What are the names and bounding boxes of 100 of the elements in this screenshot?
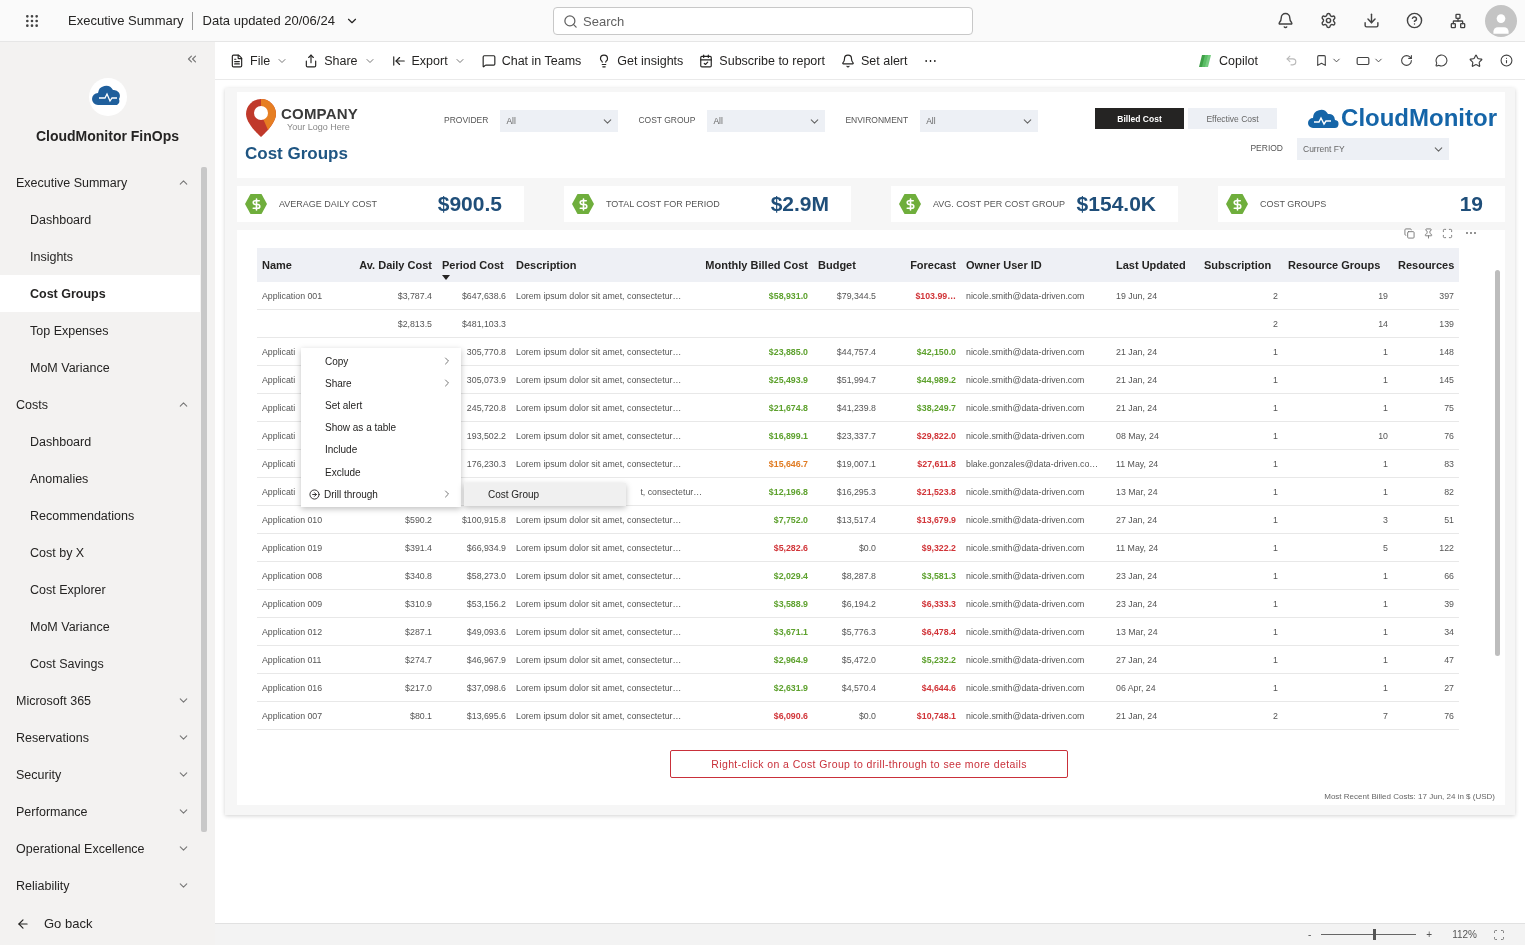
toolbar-button[interactable]: Get insights — [590, 45, 691, 76]
slider-thumb[interactable] — [1372, 929, 1376, 940]
table-cell: $2,029.4 — [773, 570, 808, 581]
column-header[interactable]: Av. Daily Cost — [341, 248, 437, 282]
column-header[interactable]: Resource Groups — [1283, 248, 1393, 282]
menu-item[interactable]: Set alert — [301, 394, 461, 417]
table-cell: nicole.smith@data-driven.com — [966, 654, 1085, 665]
table-cell: Lorem ipsum dolor sit amet, consectetur… — [516, 654, 682, 665]
table-cell: $647,638.6 — [461, 290, 506, 301]
filter-dropdown[interactable]: All — [500, 110, 619, 132]
table-cell: $12,196.8 — [768, 486, 808, 497]
toolbar-button[interactable]: Chat in Teams — [474, 45, 589, 76]
cost-toggle[interactable]: Effective Cost — [1188, 108, 1278, 129]
nav-group[interactable]: Reservations — [0, 719, 200, 756]
nav-group[interactable]: Executive Summary — [0, 164, 200, 201]
period-dropdown[interactable]: Current FY — [1297, 138, 1449, 160]
nav-item[interactable]: Cost Savings — [0, 645, 200, 682]
back-link[interactable]: Go back — [0, 916, 215, 931]
table-cell: 1 — [1273, 626, 1278, 637]
nav-item[interactable]: MoM Variance — [0, 608, 200, 645]
menu-item[interactable]: Copy — [301, 350, 461, 373]
column-header[interactable]: Name — [257, 248, 341, 282]
column-header[interactable]: Last Updated — [1111, 248, 1199, 282]
table-cell: $3,588.9 — [773, 598, 808, 609]
menu-item[interactable]: Include — [301, 438, 461, 461]
column-header[interactable]: Monthly Billed Cost — [707, 248, 813, 282]
table-cell: Applicati — [262, 346, 296, 357]
collapse-icon[interactable] — [185, 52, 199, 66]
share-icon — [304, 53, 319, 68]
nav-item[interactable]: Dashboard — [0, 201, 200, 238]
nav-item[interactable]: MoM Variance — [0, 349, 200, 386]
nav-group[interactable]: Performance — [0, 793, 200, 830]
nav-group[interactable]: Costs — [0, 386, 200, 423]
search-field[interactable]: Search — [553, 7, 973, 35]
nav-item[interactable]: Cost by X — [0, 534, 200, 571]
more-button[interactable]: ⋯ — [916, 45, 944, 76]
more-button[interactable]: ⋯ — [1465, 226, 1477, 240]
table-cell: nicole.smith@data-driven.com — [966, 346, 1085, 357]
zoom-in-button[interactable]: + — [1426, 929, 1433, 940]
table-cell: $8,287.8 — [841, 570, 876, 581]
copy-icon[interactable] — [1404, 227, 1415, 239]
menu-item[interactable]: Cost Group — [464, 483, 626, 506]
filter-label: PERIOD — [1250, 143, 1283, 153]
column-header[interactable]: Budget — [813, 248, 881, 282]
toolbar-button[interactable]: File — [223, 45, 296, 76]
table-cell: Lorem ipsum dolor sit amet, consectetur… — [516, 682, 682, 693]
focus-icon[interactable] — [1442, 227, 1453, 239]
nav-item[interactable]: Recommendations — [0, 497, 200, 534]
menu-item[interactable]: Share — [301, 372, 461, 395]
page-title: Cost Groups — [245, 144, 349, 164]
table-cell: 14 — [1378, 318, 1388, 329]
table-cell: Applicati — [262, 402, 296, 413]
table-cell: 305,073.9 — [466, 374, 506, 385]
copilot-button[interactable]: Copilot — [1190, 45, 1265, 76]
table-cell: 1 — [1273, 486, 1278, 497]
zoom-out-button[interactable]: - — [1307, 929, 1312, 940]
column-header[interactable]: Owner User ID — [961, 248, 1111, 282]
nav-item[interactable]: Dashboard — [0, 423, 200, 460]
cost-toggle[interactable]: Billed Cost — [1095, 108, 1185, 129]
table-cell: 66 — [1444, 570, 1454, 581]
nav-item[interactable]: Cost Groups — [0, 275, 200, 312]
nav-item[interactable]: Top Expenses — [0, 312, 200, 349]
nav-item[interactable]: Cost Explorer — [0, 571, 200, 608]
table-cell: $0.0 — [858, 542, 876, 553]
table-cell: 1 — [1383, 626, 1388, 637]
toolbar-button[interactable]: Set alert — [833, 45, 915, 76]
column-header[interactable]: Resources — [1393, 248, 1459, 282]
table-cell: 21 Jan, 24 — [1116, 710, 1158, 721]
data-updated-dropdown[interactable]: Data updated 20/06/24 — [202, 5, 359, 36]
table-cell: $37,098.6 — [466, 682, 506, 693]
nav-item[interactable]: Insights — [0, 238, 200, 275]
column-header[interactable]: Subscription — [1199, 248, 1283, 282]
table-cell: 1 — [1273, 402, 1278, 413]
kpi-label: TOTAL COST FOR PERIOD — [606, 199, 720, 209]
toolbar-button[interactable]: Export — [384, 45, 473, 76]
filter-label: ENVIRONMENT — [845, 115, 909, 125]
table-cell: 83 — [1444, 458, 1454, 469]
pin-icon[interactable] — [1423, 227, 1434, 239]
menu-item[interactable]: Drill through — [301, 483, 461, 506]
filter-dropdown[interactable]: All — [920, 110, 1039, 132]
menu-item[interactable]: Show as a table — [301, 416, 461, 439]
nav-group[interactable]: Security — [0, 756, 200, 793]
nav-group[interactable]: Operational Excellence — [0, 830, 200, 867]
toolbar-button[interactable]: Subscribe to report — [692, 45, 832, 76]
fit-page-icon[interactable] — [1493, 928, 1505, 941]
table-cell: $2,964.9 — [773, 654, 808, 665]
toolbar-button[interactable]: Share — [297, 45, 383, 76]
menu-item[interactable]: Exclude — [301, 460, 461, 484]
table-cell: 13 Mar, 24 — [1116, 486, 1158, 497]
column-header[interactable]: Forecast — [881, 248, 961, 282]
column-header[interactable]: Description — [511, 248, 707, 282]
table-cell: $42,150.0 — [916, 346, 956, 357]
nav-group[interactable]: Reliability — [0, 867, 200, 904]
table-cell: nicole.smith@data-driven.com — [966, 486, 1085, 497]
table-cell: Application 007 — [262, 710, 323, 721]
nav-item[interactable]: Anomalies — [0, 460, 200, 497]
nav-group[interactable]: Microsoft 365 — [0, 682, 200, 719]
column-header[interactable]: Period Cost — [437, 248, 511, 282]
drill-through-hint[interactable]: Right-click on a Cost Group to drill-through to see more details — [670, 750, 1068, 778]
filter-dropdown[interactable]: All — [707, 110, 826, 132]
